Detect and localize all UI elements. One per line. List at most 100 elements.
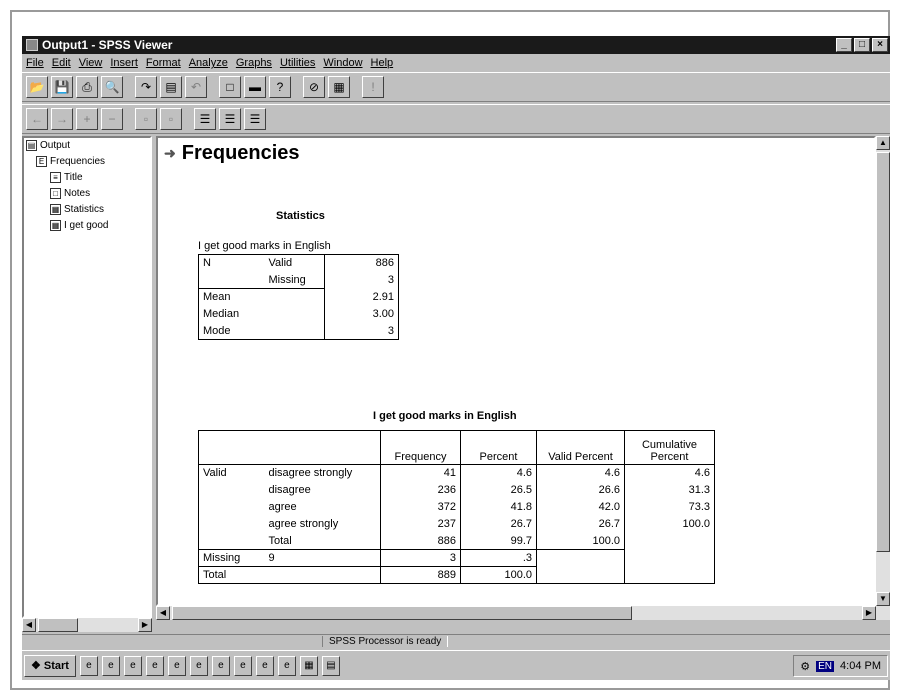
title-icon: ≡ [50, 172, 61, 183]
menu-utilities[interactable]: Utilities [280, 57, 315, 69]
menu-help[interactable]: Help [371, 57, 394, 69]
frequency-table[interactable]: Frequency Percent Valid Percent Cumulati… [198, 430, 715, 584]
outline-item-title[interactable]: ≡ Title [50, 172, 83, 183]
content-horizontal-scrollbar[interactable]: ◀ ▶ [156, 606, 890, 620]
scroll-thumb[interactable] [876, 152, 890, 552]
table-cell: 4.6 [460, 464, 537, 482]
table-cell: 3 [380, 549, 461, 567]
select-cases-icon[interactable]: ⊘ [303, 76, 325, 98]
outline-item-label: Statistics [64, 204, 105, 215]
menu-window[interactable]: Window [323, 57, 362, 69]
menu-file[interactable]: File [26, 57, 44, 69]
undo-icon[interactable]: ↶ [185, 76, 207, 98]
show-icon[interactable]: ▫ [135, 108, 157, 130]
arrow-right-icon: ➜ [164, 145, 176, 161]
taskbar: ❖ Start e e e e e e e e e e ▦ ▤ ⚙ EN 4:0… [22, 650, 890, 680]
vertical-scrollbar[interactable]: ▲ ▼ [876, 136, 890, 606]
quicklaunch-icon[interactable]: e [211, 655, 230, 676]
outline-item-frequency-table[interactable]: ▦ I get good [50, 220, 108, 231]
calculator-icon[interactable]: ▦ [299, 655, 318, 676]
scroll-right-icon[interactable]: ▶ [862, 606, 876, 620]
outline-item-output[interactable]: ▤ Output [26, 140, 70, 151]
spss-task-icon[interactable]: ▤ [321, 655, 340, 676]
close-button[interactable]: × [872, 38, 888, 52]
scroll-thumb[interactable] [172, 606, 632, 620]
quicklaunch-icon[interactable]: e [79, 655, 98, 676]
variables-icon[interactable]: ? [269, 76, 291, 98]
insert-text-icon[interactable]: ☰ [244, 108, 266, 130]
table-cell [198, 271, 265, 289]
menu-bar: File Edit View Insert Format Analyze Gra… [22, 54, 890, 72]
outline-item-statistics[interactable]: ▦ Statistics [50, 204, 104, 215]
menu-view[interactable]: View [79, 57, 103, 69]
print-icon[interactable]: ⎙ [76, 76, 98, 98]
table-cell: Mean [198, 288, 325, 306]
table-cell [198, 532, 265, 550]
expand-icon[interactable]: + [76, 108, 98, 130]
outline-item-frequencies[interactable]: E Frequencies [36, 156, 105, 167]
recall-dialog-icon[interactable]: ▤ [160, 76, 182, 98]
print-preview-icon[interactable]: 🔍 [101, 76, 123, 98]
outline-item-notes[interactable]: □ Notes [50, 188, 90, 199]
menu-analyze[interactable]: Analyze [189, 57, 228, 69]
table-cell [198, 515, 265, 533]
table-cell [624, 566, 715, 584]
table-cell: 886 [324, 254, 399, 272]
tray-apps-icon[interactable]: ⚙ [800, 660, 810, 673]
menu-edit[interactable]: Edit [52, 57, 71, 69]
menu-graphs[interactable]: Graphs [236, 57, 272, 69]
notes-icon: □ [50, 188, 61, 199]
quicklaunch-icon[interactable]: e [123, 655, 142, 676]
statistics-table[interactable]: N Valid 886 Missing 3 Mean 2.91 Median 3… [198, 254, 399, 340]
table-cell [536, 566, 625, 584]
minimize-button[interactable]: _ [836, 38, 852, 52]
outline-item-label: Output [40, 140, 71, 151]
scroll-right-icon[interactable]: ▶ [138, 618, 152, 632]
goto-chart-icon[interactable]: ▬ [244, 76, 266, 98]
quicklaunch-icon[interactable]: e [255, 655, 274, 676]
insert-heading-icon[interactable]: ☰ [194, 108, 216, 130]
scroll-left-icon[interactable]: ◀ [156, 606, 170, 620]
run-icon[interactable]: ! [362, 76, 384, 98]
quicklaunch-icon[interactable]: e [189, 655, 208, 676]
output-heading: ➜ Frequencies [164, 142, 300, 165]
promote-icon[interactable]: ← [26, 108, 48, 130]
demote-icon[interactable]: → [51, 108, 73, 130]
table-cell: 2.91 [324, 288, 399, 306]
outline-horizontal-scrollbar[interactable]: ◀ ▶ [22, 618, 152, 632]
quicklaunch-icon[interactable]: e [101, 655, 120, 676]
quicklaunch-icon[interactable]: e [167, 655, 186, 676]
maximize-button[interactable]: □ [854, 38, 870, 52]
table-row: agree 372 41.8 42.0 73.3 [198, 498, 715, 516]
table-cell: Mode [198, 322, 325, 340]
scroll-thumb[interactable] [38, 618, 78, 632]
save-icon[interactable]: 💾 [51, 76, 73, 98]
quicklaunch-icon[interactable]: e [233, 655, 252, 676]
insert-title-icon[interactable]: ☰ [219, 108, 241, 130]
menu-insert[interactable]: Insert [110, 57, 138, 69]
quicklaunch-icon[interactable]: e [145, 655, 164, 676]
export-icon[interactable]: ↷ [135, 76, 157, 98]
designate-window-icon[interactable]: ▦ [328, 76, 350, 98]
scroll-up-icon[interactable]: ▲ [876, 136, 890, 150]
outline-pane: ▤ Output E Frequencies ≡ Title □ Notes ▦… [22, 136, 152, 618]
goto-data-icon[interactable]: □ [219, 76, 241, 98]
app-icon [26, 39, 38, 51]
start-button[interactable]: ❖ Start [24, 654, 76, 677]
table-cell: 73.3 [624, 498, 715, 516]
clock: 4:04 PM [840, 660, 881, 672]
table-row: agree strongly 237 26.7 26.7 100.0 [198, 515, 715, 533]
table-cell: disagree [264, 481, 381, 499]
table-cell: Median [198, 305, 325, 323]
menu-format[interactable]: Format [146, 57, 181, 69]
column-header: Valid Percent [536, 430, 625, 465]
scroll-left-icon[interactable]: ◀ [22, 618, 36, 632]
quicklaunch-icon[interactable]: e [277, 655, 296, 676]
main-toolbar: 📂 💾 ⎙ 🔍 ↷ ▤ ↶ □ ▬ ? ⊘ ▦ ! [22, 72, 890, 102]
collapse-icon[interactable]: − [101, 108, 123, 130]
open-icon[interactable]: 📂 [26, 76, 48, 98]
table-cell: 99.7 [460, 532, 537, 550]
language-indicator[interactable]: EN [816, 660, 835, 672]
hide-icon[interactable]: ▫ [160, 108, 182, 130]
scroll-down-icon[interactable]: ▼ [876, 592, 890, 606]
